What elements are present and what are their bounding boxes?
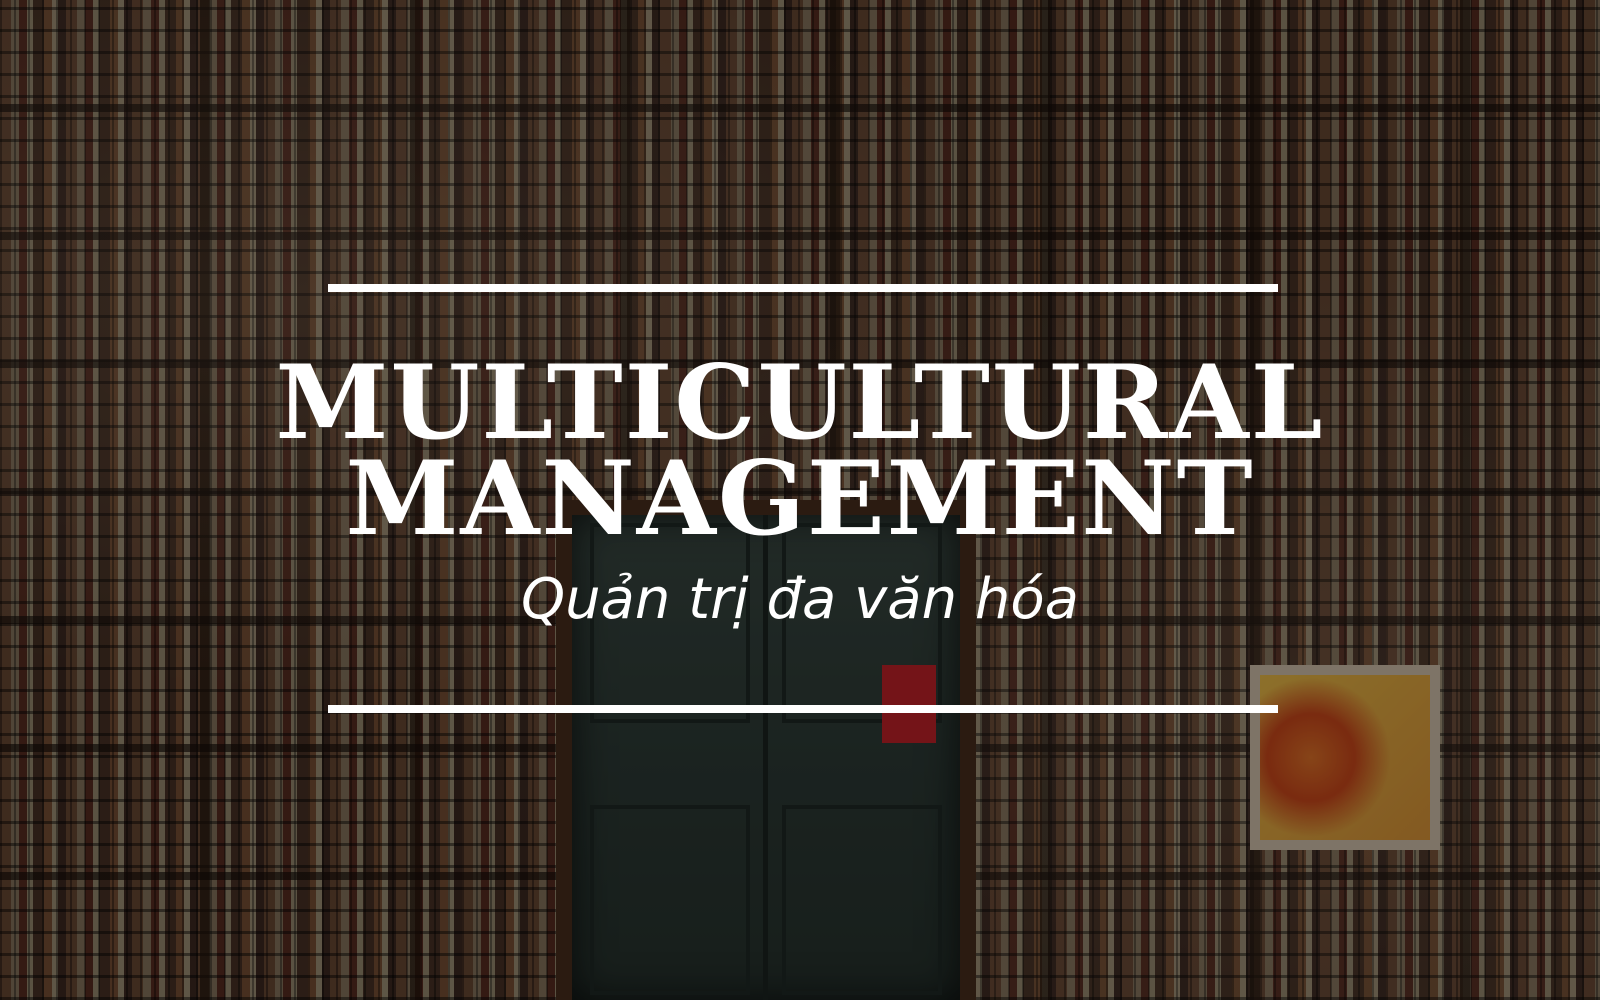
- hero-banner: MULTICULTURAL MANAGEMENT Quản trị đa văn…: [0, 0, 1600, 1000]
- subtitle: Quản trị đa văn hóa: [520, 567, 1079, 632]
- title-line-2: MANAGEMENT: [345, 439, 1255, 559]
- top-rule: [328, 284, 1278, 292]
- bottom-rule: [328, 705, 1278, 713]
